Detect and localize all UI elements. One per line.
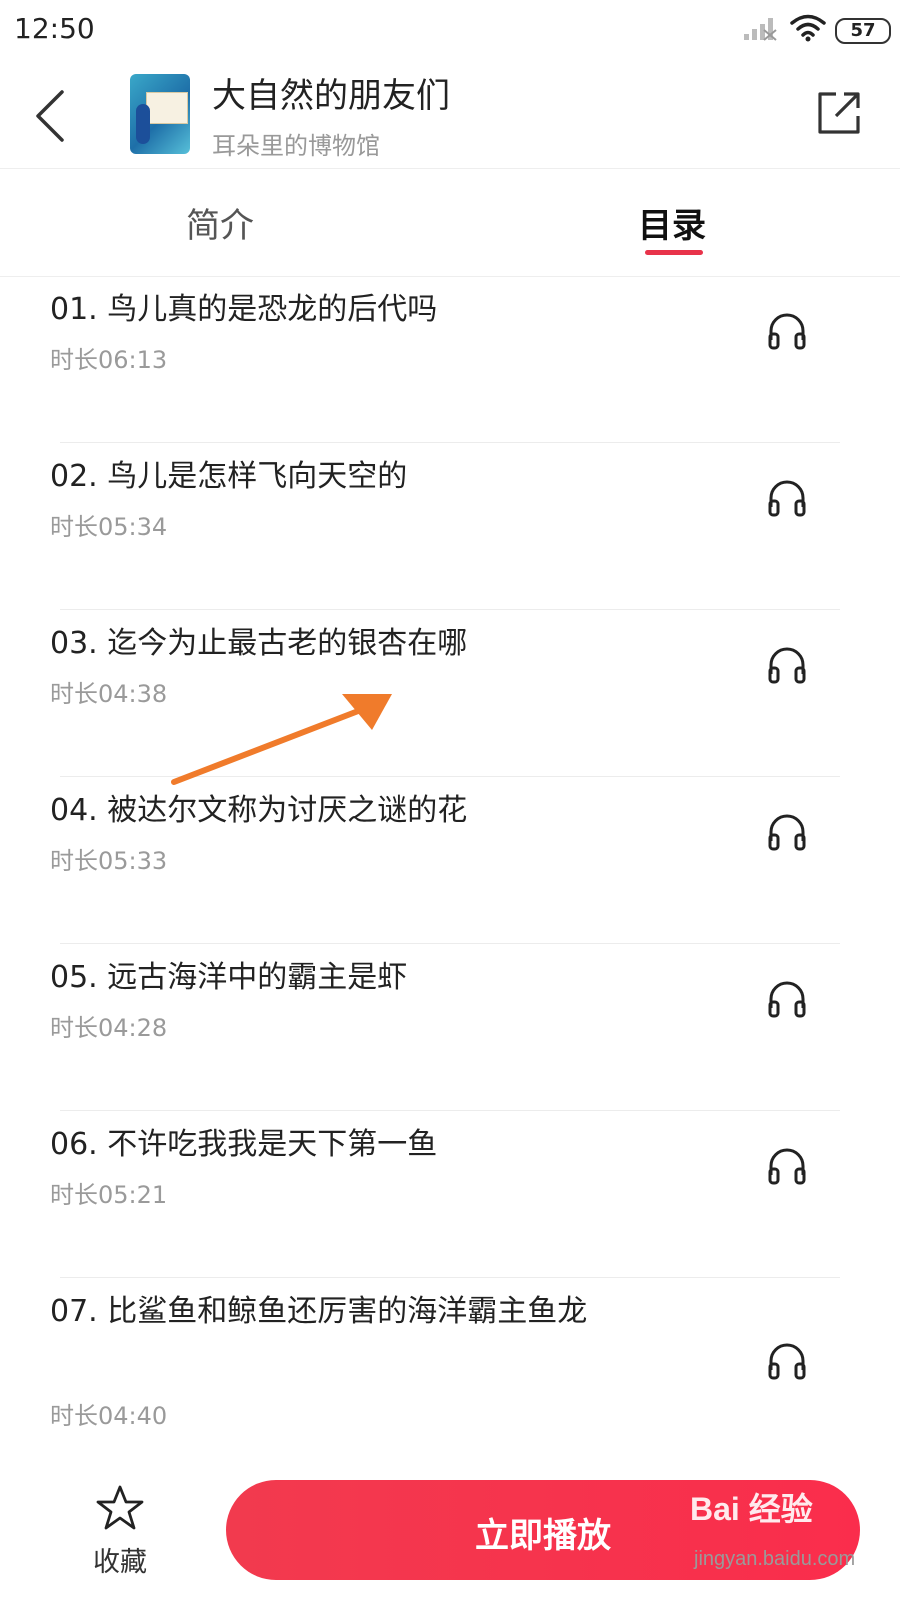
battery-indicator: 57	[835, 18, 891, 44]
album-title: 大自然的朋友们	[212, 76, 450, 116]
episode-title: 06. 不许吃我我是天下第一鱼	[50, 1127, 438, 1162]
list-item[interactable]: 03. 迄今为止最古老的银杏在哪 时长04:38	[0, 610, 900, 777]
episode-title: 01. 鸟儿真的是恐龙的后代吗	[50, 292, 438, 327]
star-icon	[96, 1485, 144, 1530]
play-now-button[interactable]: 立即播放	[226, 1480, 860, 1580]
headphones-icon[interactable]	[766, 310, 808, 352]
bottom-bar: 收藏 立即播放	[0, 1468, 900, 1600]
headphones-icon[interactable]	[766, 1145, 808, 1187]
play-now-label: 立即播放	[475, 1516, 611, 1556]
album-cover-image	[130, 74, 190, 154]
episode-title: 04. 被达尔文称为讨厌之谜的花	[50, 793, 468, 828]
episode-duration: 时长06:13	[50, 346, 168, 374]
headphones-icon[interactable]	[766, 477, 808, 519]
list-item[interactable]: 07. 比鲨鱼和鲸鱼还厉害的海洋霸主鱼龙 时长04:40	[0, 1278, 900, 1478]
list-item[interactable]: 02. 鸟儿是怎样飞向天空的 时长05:34	[0, 443, 900, 610]
headphones-icon[interactable]	[766, 1340, 808, 1382]
episode-duration: 时长04:38	[50, 680, 168, 708]
episode-duration: 时长05:21	[50, 1181, 168, 1209]
episode-title: 05. 远古海洋中的霸主是虾	[50, 960, 408, 995]
album-header: 大自然的朋友们 耳朵里的博物馆	[0, 60, 900, 169]
back-arrow-icon[interactable]	[32, 88, 72, 144]
status-bar: 12:50 57	[0, 0, 900, 60]
list-item[interactable]: 01. 鸟儿真的是恐龙的后代吗 时长06:13	[0, 276, 900, 443]
episode-title: 03. 迄今为止最古老的银杏在哪	[50, 626, 468, 661]
tab-intro[interactable]: 简介	[186, 198, 254, 247]
episode-duration: 时长04:28	[50, 1014, 168, 1042]
wifi-icon	[790, 14, 826, 42]
list-item[interactable]: 06. 不许吃我我是天下第一鱼 时长05:21	[0, 1111, 900, 1278]
cover-label-decoration	[146, 92, 188, 124]
share-icon[interactable]	[814, 88, 864, 138]
episode-duration: 时长04:40	[50, 1402, 168, 1430]
cover-wave-decoration	[136, 104, 150, 144]
list-item[interactable]: 04. 被达尔文称为讨厌之谜的花 时长05:33	[0, 777, 900, 944]
tab-catalog[interactable]: 目录	[638, 198, 706, 247]
episode-title: 02. 鸟儿是怎样飞向天空的	[50, 459, 408, 494]
episode-duration: 时长05:34	[50, 513, 168, 541]
episode-list: 01. 鸟儿真的是恐龙的后代吗 时长06:13 02. 鸟儿是怎样飞向天空的 时…	[0, 276, 900, 1478]
status-time: 12:50	[14, 12, 95, 45]
tab-bar: 简介 目录	[0, 168, 900, 277]
list-item[interactable]: 05. 远古海洋中的霸主是虾 时长04:28	[0, 944, 900, 1111]
episode-title: 07. 比鲨鱼和鲸鱼还厉害的海洋霸主鱼龙	[50, 1294, 588, 1329]
album-subtitle: 耳朵里的博物馆	[212, 132, 380, 160]
headphones-icon[interactable]	[766, 644, 808, 686]
headphones-icon[interactable]	[766, 978, 808, 1020]
favorite-label: 收藏	[93, 1547, 147, 1578]
active-tab-indicator	[645, 250, 703, 255]
favorite-button[interactable]: 收藏	[80, 1484, 160, 1584]
cellular-signal-icon	[744, 18, 777, 41]
episode-duration: 时长05:33	[50, 847, 168, 875]
headphones-icon[interactable]	[766, 811, 808, 853]
